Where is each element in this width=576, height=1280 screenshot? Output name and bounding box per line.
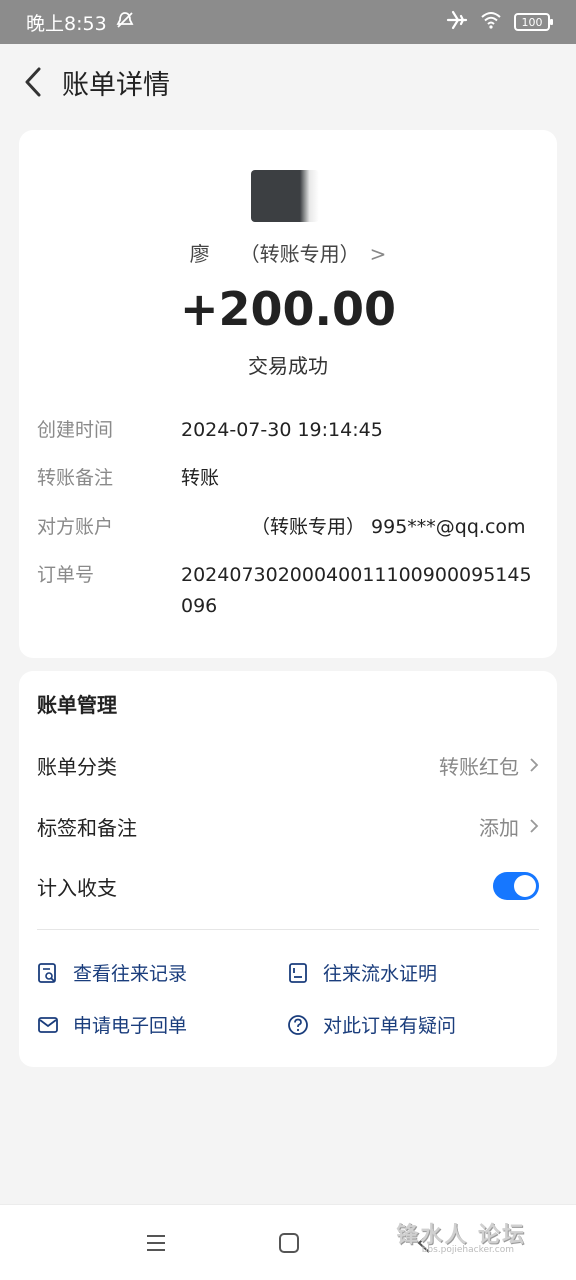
trade-status: 交易成功: [248, 354, 328, 378]
action-label: 申请电子回单: [73, 1015, 188, 1037]
include-toggle[interactable]: [493, 872, 539, 900]
payee-link[interactable]: 廖 （转账专用） >: [19, 238, 557, 267]
status-bar: 晚上8:53 100: [0, 0, 576, 44]
battery-level: 100: [521, 15, 543, 29]
watermark-sub: bbs.pojiehacker.com: [421, 1245, 514, 1255]
detail-label: 对方账户: [37, 516, 114, 538]
e-receipt-button[interactable]: 申请电子回单: [37, 1011, 187, 1038]
action-label: 查看往来记录: [73, 963, 188, 985]
airplane-icon: [446, 10, 468, 35]
detail-label: 转账备注: [37, 467, 114, 489]
chevron-right-icon: >: [369, 242, 387, 266]
section-title: 账单管理: [37, 693, 117, 717]
action-label: 往来流水证明: [323, 963, 438, 985]
detail-value: 转账: [181, 467, 220, 489]
detail-value: 2024-07-30 19:14:45: [181, 419, 383, 441]
back-button[interactable]: [18, 62, 48, 102]
menu-icon: [147, 1235, 165, 1251]
detail-value: （转账专用） 995***@qq.com: [251, 516, 526, 538]
amount: +200.00: [179, 282, 397, 336]
tags-row[interactable]: 标签和备注 添加: [37, 806, 539, 846]
action-label: 对此订单有疑问: [323, 1015, 457, 1037]
chevron-right-icon: [530, 819, 539, 833]
divider: [37, 929, 539, 930]
header: 账单详情: [0, 44, 576, 120]
bill-manage-card: 账单管理 账单分类 转账红包 标签和备注 添加 计入收支 查看往来记录 往来流水…: [19, 671, 557, 1067]
payee-name: 廖 （转账专用）: [189, 242, 360, 266]
statement-proof-button[interactable]: 往来流水证明: [287, 959, 437, 986]
category-label: 账单分类: [37, 754, 117, 779]
mail-icon: [38, 1016, 58, 1033]
detail-label: 订单号: [37, 564, 95, 586]
view-records-button[interactable]: 查看往来记录: [37, 959, 187, 986]
status-right: 100: [446, 10, 553, 35]
chevron-left-icon: [25, 67, 41, 97]
status-time: 晚上8:53: [26, 12, 107, 35]
battery-icon: 100: [514, 13, 553, 31]
home-square-icon: [279, 1233, 299, 1253]
home-button[interactable]: [275, 1229, 303, 1257]
status-left: 晚上8:53: [26, 9, 135, 36]
question-icon: [288, 1014, 308, 1035]
page-title: 账单详情: [62, 69, 170, 101]
include-label: 计入收支: [37, 875, 117, 900]
order-question-button[interactable]: 对此订单有疑问: [287, 1011, 456, 1038]
mute-icon: [115, 10, 135, 35]
tags-value: 添加: [479, 815, 519, 840]
avatar: [251, 170, 319, 222]
category-row[interactable]: 账单分类 转账红包: [37, 745, 539, 785]
chevron-right-icon: [530, 758, 539, 772]
statement-icon: [289, 962, 307, 983]
tags-label: 标签和备注: [37, 815, 137, 840]
system-nav-bar: 锋水人 论坛 bbs.pojiehacker.com: [0, 1204, 576, 1280]
detail-value[interactable]: 20240730200040011100900095145096: [181, 560, 533, 622]
category-value: 转账红包: [439, 754, 519, 779]
transaction-card: 廖 （转账专用） > +200.00 交易成功 创建时间 2024-07-30 1…: [19, 130, 557, 658]
wifi-icon: [480, 11, 502, 34]
records-search-icon: [38, 962, 56, 983]
menu-button[interactable]: [142, 1229, 170, 1257]
include-row: 计入收支: [37, 866, 539, 906]
detail-label: 创建时间: [37, 419, 114, 441]
